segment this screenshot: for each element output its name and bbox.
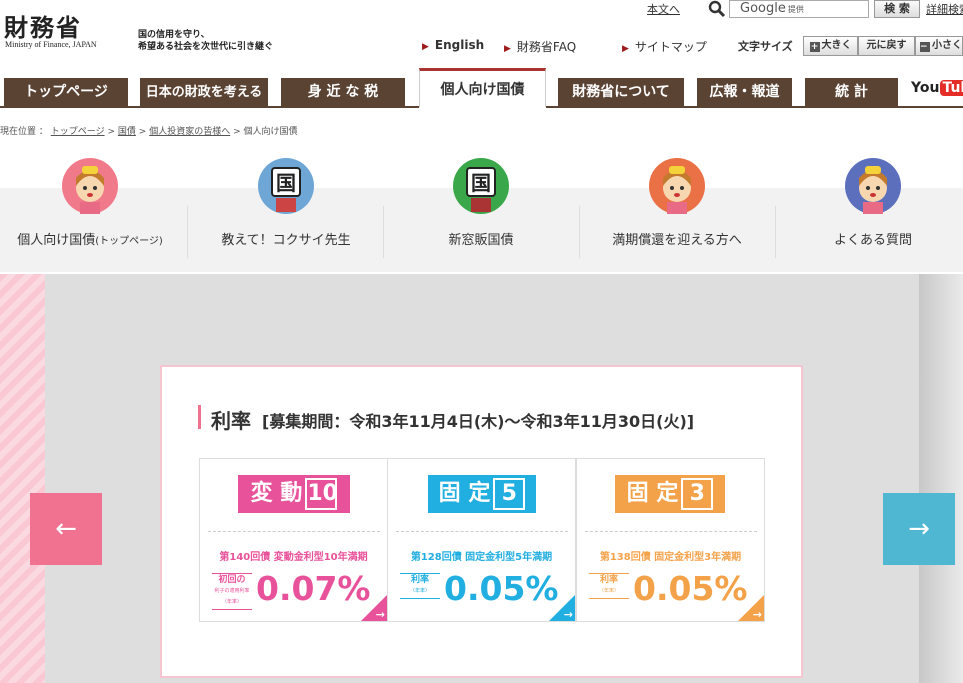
bond-card-variable-10[interactable]: 変 動 10 第140回債 変動金利型10年満期 初回の 利子の適用利率 （年率） 0… (199, 458, 388, 622)
bond-logo-fixed-5: 固 定5 (428, 475, 536, 513)
bond-card-fixed-3[interactable]: 固 定3 第138回債 固定金利型3年満期 利率 （年率） 0.05% → (576, 458, 765, 622)
tab-familiar-tax[interactable]: 身 近 な 税 (281, 78, 405, 107)
subnav-item-sensei[interactable]: 国 教えて！コクサイ先生 (188, 158, 384, 272)
search-placeholder: Google (740, 1, 786, 16)
mascot-girl-icon (845, 158, 901, 214)
subnav-item-faq[interactable]: よくある質問 (775, 158, 963, 272)
triangle-icon: ▶ (622, 44, 629, 54)
subnav-item-maturity[interactable]: 満期償還を迎える方へ (579, 158, 775, 272)
ministry-logo-english: Ministry of Finance, JAPAN (5, 40, 97, 49)
ministry-logo[interactable]: 財務省 (4, 8, 82, 43)
nav-underline-right (546, 106, 963, 108)
carousel-next-slide-peek (919, 274, 963, 683)
search-button[interactable]: 検 索 (874, 0, 920, 18)
font-larger-button[interactable]: + 大きく (803, 36, 858, 56)
sitemap-link[interactable]: ▶ サイトマップ (622, 38, 707, 55)
tab-top-page[interactable]: トップページ (4, 78, 128, 107)
subnav-item-new-bonds[interactable]: 国 新窓販国債 (383, 158, 579, 272)
breadcrumb-separator: > (233, 127, 241, 137)
bond-logo-fixed-3: 固 定3 (615, 475, 725, 513)
arrow-right-icon: → (375, 608, 385, 621)
svg-text:国: 国 (276, 171, 296, 195)
subnav-item-top[interactable]: 個人向け国債(トップページ) (0, 158, 188, 272)
bond-series: 第138回債 固定金利型3年満期 (599, 552, 742, 563)
tab-press[interactable]: 広報・報道 (697, 78, 792, 107)
rate-period: [募集期間：令和3年11月4日(木)〜令和3年11月30日(火)] (262, 412, 695, 431)
rate-title: 利率 (211, 409, 251, 433)
nav-underline (0, 106, 419, 108)
subnav-item-label: 教えて！コクサイ先生 (221, 233, 351, 248)
english-link[interactable]: ▶ English (422, 38, 484, 52)
bond-rate-label: 利率 （年率） (589, 573, 629, 599)
font-reset-button[interactable]: 元に戻す (858, 36, 915, 56)
subnav-item-label: 新窓販国債 (448, 233, 514, 248)
triangle-icon: ▶ (504, 44, 511, 54)
plus-icon: + (809, 42, 820, 52)
youtube-link[interactable]: YouTube (911, 80, 963, 96)
bond-rate: 0.05% (633, 569, 748, 608)
font-smaller-button[interactable]: − 小さく (915, 36, 963, 56)
bond-logo-variable-10: 変 動 10 (238, 475, 350, 513)
bond-series: 第128回債 固定金利型5年満期 (410, 552, 553, 563)
bond-series: 第140回債 変動金利型10年満期 (219, 552, 368, 563)
search-provided-label: 提供 (787, 5, 804, 14)
breadcrumb: 現在位置 ： トップページ > 国債 > 個人投資家の皆様へ > 個人向け国債 (0, 124, 298, 137)
breadcrumb-separator: > (138, 127, 147, 137)
skip-to-content-link[interactable]: 本文へ (647, 1, 680, 17)
sitemap-link-label: サイトマップ (634, 40, 707, 54)
mascot-girl-icon (649, 158, 705, 214)
bond-rate: 0.07% (256, 569, 371, 608)
carousel-prev-button[interactable]: ← (30, 493, 102, 565)
font-larger-label: 大きく (821, 40, 852, 51)
svg-text:国: 国 (471, 171, 491, 195)
bond-divider (585, 531, 757, 532)
youtube-logo-icon: Tube (940, 80, 963, 96)
youtube-you: You (911, 80, 940, 96)
font-smaller-label: 小さく (932, 40, 962, 51)
tab-statistics[interactable]: 統 計 (805, 78, 898, 107)
breadcrumb-investors[interactable]: 個人投資家の皆様へ (149, 127, 230, 137)
carousel-prev-slide-peek (0, 274, 45, 683)
kokusai-sensei-icon: 国 (258, 158, 314, 214)
advanced-search-link[interactable]: 詳細検索 (926, 1, 963, 17)
arrow-right-icon: → (752, 608, 762, 621)
breadcrumb-prefix: 現在位置 ： (0, 127, 48, 137)
subnav-item-label: 個人向け国債(トップページ) (17, 233, 163, 248)
carousel-next-button[interactable]: → (883, 493, 955, 565)
breadcrumb-separator: > (107, 127, 115, 137)
bond-rate: 0.05% (444, 569, 559, 608)
faq-link-label: 財務省FAQ (516, 40, 577, 54)
bond-rate-label: 初回の 利子の適用利率 （年率） (212, 573, 252, 610)
bond-divider (208, 531, 380, 532)
english-link-label: English (434, 38, 485, 52)
breadcrumb-bonds[interactable]: 国債 (118, 127, 136, 137)
breadcrumb-current: 個人向け国債 (243, 127, 298, 137)
subnav-item-label: 満期償還を迎える方へ (612, 233, 742, 248)
slogan-line-2: 希望ある社会を次世代に引き継ぐ (138, 42, 274, 52)
kokusai-green-icon: 国 (453, 158, 509, 214)
font-size-label: 文字サイズ (738, 40, 793, 53)
mascot-girl-icon (62, 158, 118, 214)
tab-japan-finance[interactable]: 日本の財政を考える (140, 78, 268, 107)
faq-link[interactable]: ▶ 財務省FAQ (504, 38, 576, 55)
search-icon (708, 0, 726, 18)
tab-individual-bonds[interactable]: 個人向け国債 (419, 68, 546, 107)
triangle-icon: ▶ (422, 42, 429, 52)
minus-icon: − (920, 42, 930, 52)
bond-card-fixed-5[interactable]: 固 定5 第128回債 固定金利型5年満期 利率 （年率） 0.05% → (387, 458, 576, 622)
rate-title-accent (198, 405, 201, 429)
arrow-right-icon: → (563, 608, 573, 621)
bond-rate-label: 利率 （年率） (400, 573, 440, 599)
tab-about-ministry[interactable]: 財務省について (558, 78, 684, 107)
breadcrumb-top[interactable]: トップページ (51, 127, 105, 137)
search-input[interactable]: Google 提供 (729, 0, 869, 18)
subnav-item-label: よくある質問 (833, 233, 912, 248)
bond-divider (396, 531, 568, 532)
